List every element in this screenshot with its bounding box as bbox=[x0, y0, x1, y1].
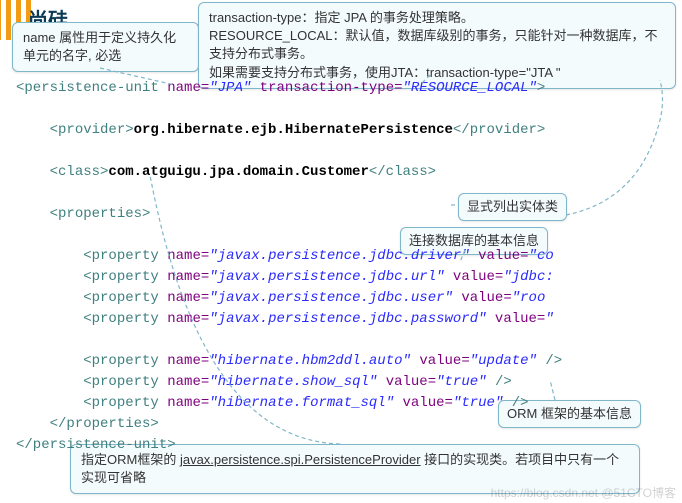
p4-val: " bbox=[545, 311, 553, 327]
tag-persistence-unit-open: <persistence-unit bbox=[16, 80, 159, 96]
tag-properties-close: </properties> bbox=[50, 416, 159, 432]
p7-val: "true" bbox=[453, 395, 503, 411]
tag-gt: > bbox=[537, 80, 545, 96]
p5-name: "hibernate.hbm2ddl.auto" bbox=[209, 353, 411, 369]
p5-val: "update" bbox=[470, 353, 537, 369]
xml-code-block: <persistence-unit name="JPA" transaction… bbox=[0, 70, 682, 464]
tag-provider-open: <provider> bbox=[50, 122, 134, 138]
p3-val: "roo bbox=[512, 290, 546, 306]
p4-name: "javax.persistence.jdbc.password" bbox=[209, 311, 486, 327]
callout-name-attr: name 属性用于定义持久化单元的名字, 必选 bbox=[12, 22, 199, 72]
callout-tt-line2: RESOURCE_LOCAL：默认值，数据库级别的事务，只能针对一种数据库，不支… bbox=[209, 27, 665, 63]
p7-name: "hibernate.format_sql" bbox=[209, 395, 394, 411]
val-name: "JPA" bbox=[209, 80, 251, 96]
watermark: https://blog.csdn.net @51CTO博客 bbox=[491, 484, 676, 501]
p6-name: "hibernate.show_sql" bbox=[209, 374, 377, 390]
text-class: com.atguigu.jpa.domain.Customer bbox=[108, 164, 368, 180]
tag-property: <property bbox=[83, 248, 159, 264]
p3-name: "javax.persistence.jdbc.user" bbox=[209, 290, 453, 306]
p1-val: "co bbox=[529, 248, 554, 264]
attr-name: name= bbox=[167, 80, 209, 96]
tag-class-open: <class> bbox=[50, 164, 109, 180]
attr-transaction-type: transaction-type= bbox=[260, 80, 403, 96]
tag-persistence-unit-close: </persistence-unit> bbox=[16, 437, 176, 453]
val-transaction-type: "RESOURCE_LOCAL" bbox=[403, 80, 537, 96]
p1-name: "javax.persistence.jdbc.driver" bbox=[209, 248, 469, 264]
p6-val: "true" bbox=[436, 374, 486, 390]
tag-properties-open: <properties> bbox=[50, 206, 151, 222]
p2-val: "jdbc: bbox=[503, 269, 553, 285]
tag-class-close: </class> bbox=[369, 164, 436, 180]
tag-provider-close: </provider> bbox=[453, 122, 545, 138]
text-provider: org.hibernate.ejb.HibernatePersistence bbox=[134, 122, 453, 138]
callout-tt-line1: transaction-type：指定 JPA 的事务处理策略。 bbox=[209, 9, 665, 27]
p2-name: "javax.persistence.jdbc.url" bbox=[209, 269, 444, 285]
